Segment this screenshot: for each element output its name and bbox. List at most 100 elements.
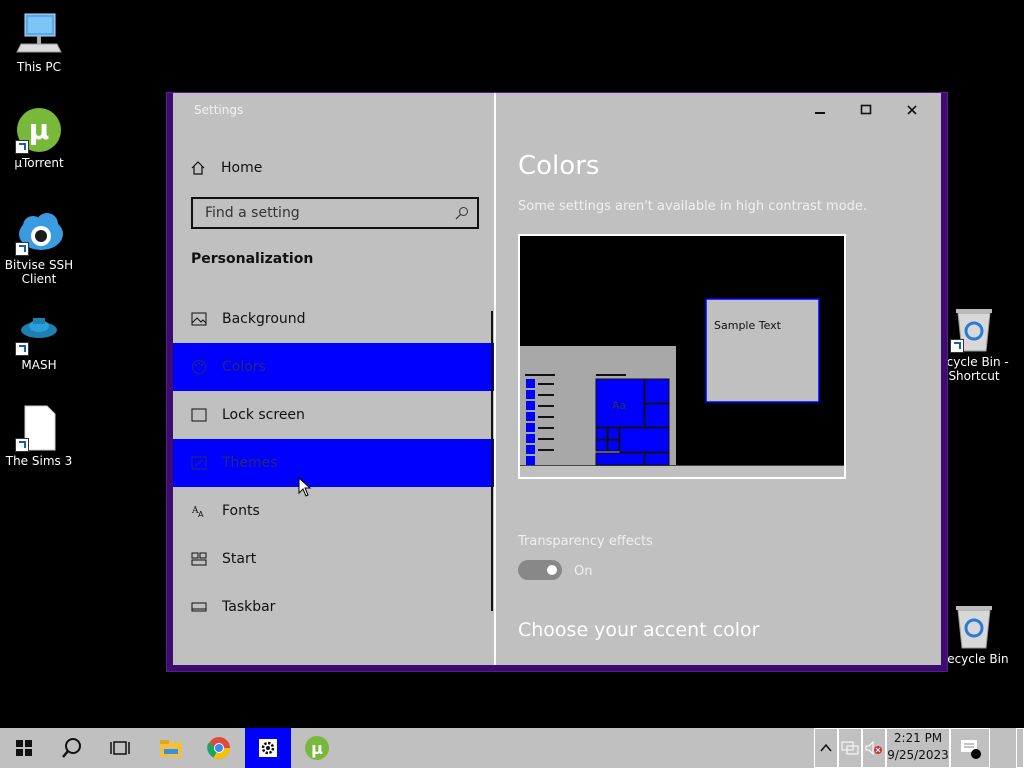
volume-muted-icon bbox=[865, 741, 882, 755]
desktop-icon-label: µTorrent bbox=[14, 156, 64, 170]
bitvise-icon bbox=[15, 208, 63, 256]
chrome-icon bbox=[207, 737, 230, 759]
mouse-cursor-icon bbox=[298, 477, 312, 497]
nav-item-lock-screen[interactable]: Lock screen bbox=[173, 391, 494, 439]
taskbar-app-settings[interactable] bbox=[245, 728, 291, 768]
nav-scrollbar[interactable] bbox=[491, 311, 493, 611]
start-icon bbox=[191, 552, 207, 566]
settings-nav-pane: Settings Home Personalization Background… bbox=[173, 93, 494, 665]
nav-home[interactable]: Home bbox=[191, 157, 262, 179]
search-box[interactable] bbox=[191, 197, 479, 229]
maximize-button[interactable] bbox=[843, 93, 889, 127]
network-tray-icon[interactable] bbox=[838, 728, 862, 768]
windows-logo-icon bbox=[16, 740, 32, 756]
window-controls bbox=[797, 93, 935, 127]
nav-item-label: Taskbar bbox=[222, 599, 276, 615]
taskbar-app-file-explorer[interactable] bbox=[148, 728, 194, 768]
nav-item-taskbar[interactable]: Taskbar bbox=[173, 583, 494, 631]
minimize-button[interactable] bbox=[797, 93, 843, 127]
picture-icon bbox=[191, 312, 207, 326]
clock-date: 9/25/2023 bbox=[887, 748, 949, 762]
task-view-button[interactable] bbox=[96, 728, 144, 768]
nav-item-label: Themes bbox=[222, 455, 278, 471]
shortcut-arrow-icon bbox=[950, 339, 964, 353]
utorrent-icon: µ bbox=[305, 736, 329, 760]
desktop-icon-label: The Sims 3 bbox=[5, 454, 73, 468]
desktop-icon-bitvise[interactable]: Bitvise SSH Client bbox=[1, 208, 77, 286]
nav-home-label: Home bbox=[221, 160, 263, 176]
shortcut-arrow-icon bbox=[15, 438, 29, 452]
desktop-icon-the-sims-3[interactable]: The Sims 3 bbox=[1, 404, 77, 468]
tray-overflow-button[interactable] bbox=[814, 728, 838, 768]
task-view-icon bbox=[110, 741, 130, 755]
search-icon[interactable] bbox=[455, 206, 469, 220]
show-desktop-button[interactable] bbox=[1016, 728, 1024, 768]
settings-window: Settings Home Personalization Background… bbox=[166, 92, 948, 672]
taskbar-app-chrome[interactable] bbox=[196, 728, 242, 768]
lock-screen-icon bbox=[191, 408, 207, 422]
search-icon bbox=[62, 738, 81, 758]
transparency-toggle-state: On bbox=[574, 564, 593, 579]
nav-item-label: Fonts bbox=[222, 503, 260, 519]
start-button[interactable] bbox=[0, 728, 48, 768]
nav-item-start[interactable]: Start bbox=[173, 535, 494, 583]
search-input[interactable] bbox=[203, 204, 455, 222]
network-icon bbox=[841, 741, 859, 755]
notification-icon bbox=[961, 740, 981, 759]
minimize-icon bbox=[815, 112, 825, 114]
close-button[interactable] bbox=[889, 93, 935, 127]
desktop-icon-label: Recycle Bin bbox=[939, 652, 1009, 666]
color-preview: Sample Text Aa bbox=[518, 234, 846, 479]
maximize-icon bbox=[860, 104, 872, 115]
window-frame bbox=[941, 93, 947, 671]
fonts-icon: AA bbox=[191, 506, 204, 519]
preview-illustration: Sample Text Aa bbox=[520, 236, 844, 477]
shortcut-arrow-icon bbox=[15, 342, 29, 356]
clock[interactable]: 2:21 PM 9/25/2023 bbox=[886, 730, 950, 764]
desktop-icon-label: MASH bbox=[21, 358, 57, 372]
preview-tiles: Aa bbox=[595, 374, 670, 466]
mash-icon bbox=[15, 308, 63, 356]
search-button[interactable] bbox=[48, 728, 96, 768]
nav-item-colors[interactable]: Colors bbox=[173, 343, 494, 391]
desktop-icon-this-pc[interactable]: This PC bbox=[1, 10, 77, 74]
nav-item-themes[interactable]: Themes bbox=[173, 439, 494, 487]
desktop-icon-utorrent[interactable]: µ µTorrent bbox=[1, 106, 77, 170]
nav-item-label: Colors bbox=[222, 359, 266, 375]
desktop-icon-label: This PC bbox=[17, 60, 61, 74]
settings-content-pane: Colors Some settings aren't available in… bbox=[496, 93, 941, 665]
preview-tile-text: Aa bbox=[612, 399, 626, 412]
nav-item-label: Start bbox=[222, 551, 257, 567]
file-explorer-icon bbox=[160, 740, 182, 757]
home-icon bbox=[191, 161, 205, 175]
nav-item-background[interactable]: Background bbox=[173, 295, 494, 343]
chevron-up-icon bbox=[820, 743, 832, 752]
nav-list: Background Colors Lock screen Themes AA … bbox=[173, 295, 494, 631]
window-title: Settings bbox=[194, 103, 244, 117]
volume-tray-icon[interactable] bbox=[862, 728, 886, 768]
action-center-button[interactable] bbox=[950, 728, 990, 768]
settings-icon bbox=[259, 739, 277, 757]
nav-section-title: Personalization bbox=[191, 251, 314, 267]
transparency-toggle[interactable] bbox=[518, 560, 562, 580]
desktop-icon-mash[interactable]: MASH bbox=[1, 308, 77, 372]
taskbar-icon bbox=[191, 602, 207, 612]
accent-color-heading: Choose your accent color bbox=[518, 619, 760, 641]
svg-text:A: A bbox=[198, 510, 204, 519]
computer-icon bbox=[15, 10, 63, 58]
nav-item-label: Lock screen bbox=[222, 407, 305, 423]
svg-text:µ: µ bbox=[29, 113, 50, 146]
shortcut-arrow-icon bbox=[15, 140, 29, 154]
desktop-icon-label: Bitvise SSH Client bbox=[4, 258, 74, 286]
themes-icon bbox=[191, 456, 207, 470]
preview-sample-text: Sample Text bbox=[714, 319, 782, 332]
close-icon bbox=[907, 105, 917, 115]
recycle-bin-icon bbox=[950, 602, 998, 650]
taskbar-app-utorrent[interactable]: µ bbox=[294, 728, 340, 768]
high-contrast-notice: Some settings aren't available in high c… bbox=[518, 199, 868, 214]
utorrent-icon: µ bbox=[15, 106, 63, 154]
toggle-knob bbox=[547, 565, 557, 575]
transparency-effects-label: Transparency effects bbox=[518, 534, 653, 549]
nav-item-fonts[interactable]: AA Fonts bbox=[173, 487, 494, 535]
clock-time: 2:21 PM bbox=[893, 731, 943, 745]
